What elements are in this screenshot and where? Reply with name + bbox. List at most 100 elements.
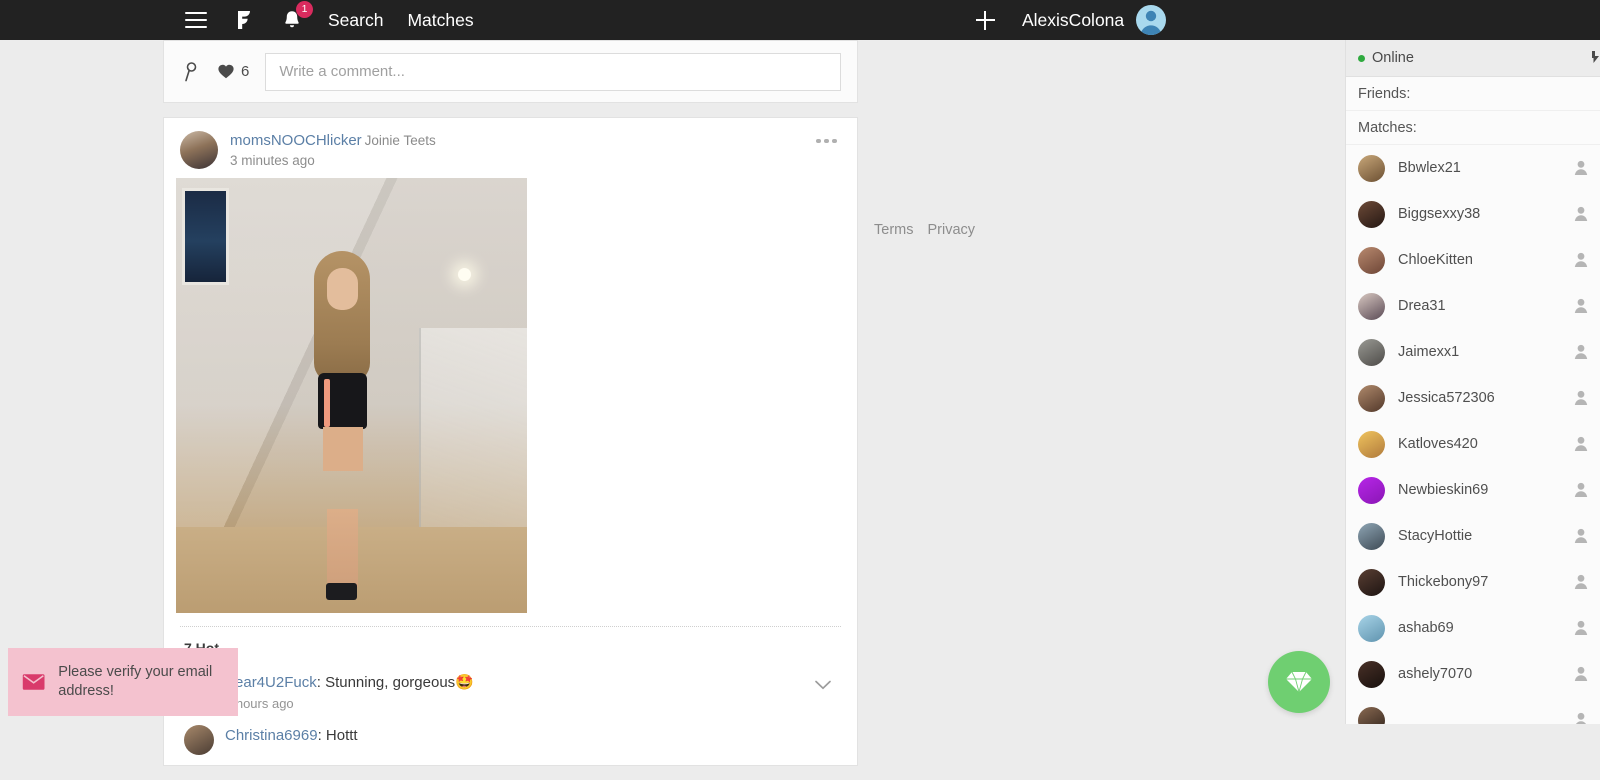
nav-link-search[interactable]: Search (316, 0, 395, 40)
match-avatar[interactable] (1358, 338, 1385, 366)
chevron-down-icon (815, 680, 831, 690)
post-author-displayname: Joinie Teets (364, 133, 436, 148)
sidebar-match-item[interactable]: ashely7070 (1346, 651, 1600, 697)
match-avatar[interactable] (1358, 292, 1385, 320)
comment-text-row: Christina6969: Hottt (225, 726, 841, 745)
brand-logo-button[interactable] (220, 0, 268, 40)
comment-input[interactable] (265, 52, 841, 91)
match-avatar[interactable] (1358, 246, 1385, 274)
photo-light-detail (458, 268, 471, 281)
person-icon[interactable] (1574, 160, 1588, 180)
hot-like-button[interactable]: 6 (218, 63, 249, 80)
more-options-icon (832, 138, 837, 144)
heart-icon (218, 64, 234, 79)
sidebar-match-item[interactable]: Jessica572306 (1346, 375, 1600, 421)
sidebar-status-bar[interactable]: Online (1346, 40, 1600, 77)
notifications-button[interactable]: 1 (268, 0, 316, 40)
match-username: ChloeKitten (1398, 252, 1473, 268)
match-avatar[interactable] (1358, 660, 1385, 688)
match-avatar[interactable] (1358, 200, 1385, 228)
match-avatar[interactable] (1358, 430, 1385, 458)
topbar-right-group: AlexisColona (965, 0, 1167, 40)
post-hot-row: 7 Hot (164, 627, 857, 668)
person-icon[interactable] (1574, 436, 1588, 456)
person-icon[interactable] (1574, 298, 1588, 318)
sidebar-match-item[interactable]: Jaimexx1 (1346, 329, 1600, 375)
toast-message: Please verify your email address! (58, 664, 213, 699)
match-avatar[interactable] (1358, 706, 1385, 724)
email-verification-toast[interactable]: Please verify your email address! (8, 648, 238, 716)
person-icon[interactable] (1574, 252, 1588, 272)
sidebar-match-item[interactable]: Newbieskin69 (1346, 467, 1600, 513)
comment-author-avatar[interactable] (184, 725, 214, 755)
person-icon[interactable] (1574, 206, 1588, 226)
person-icon[interactable] (1574, 528, 1588, 548)
sidebar-section-matches: Matches: (1346, 111, 1600, 145)
sidebar-match-item[interactable]: Bbwlex21 (1346, 145, 1600, 191)
person-icon[interactable] (1574, 390, 1588, 410)
privacy-link[interactable]: Privacy (927, 222, 975, 238)
hamburger-menu-button[interactable] (172, 0, 220, 40)
comment-body: Bear4U2Fuck: Stunning, gorgeous🤩 2 hours… (225, 672, 841, 711)
sidebar-match-item[interactable] (1346, 697, 1600, 724)
post-photo[interactable] (176, 178, 527, 613)
comment-separator: : (317, 727, 326, 744)
topbar-left-group: 1 Search Matches (172, 0, 486, 40)
match-avatar[interactable] (1358, 476, 1385, 504)
notification-badge: 1 (296, 1, 313, 18)
post-meta: momsNOOCHlicker Joinie Teets 3 minutes ag… (230, 131, 436, 168)
post-card: momsNOOCHlicker Joinie Teets 3 minutes ag… (163, 117, 858, 766)
person-icon[interactable] (1574, 620, 1588, 640)
post-author-username[interactable]: momsNOOCHlicker (230, 132, 362, 149)
photo-figure-detail (294, 251, 390, 603)
sidebar-match-item[interactable]: ashab69 (1346, 605, 1600, 651)
create-post-button[interactable] (965, 0, 1005, 40)
match-avatar[interactable] (1358, 568, 1385, 596)
comment-message: Hottt (325, 727, 358, 744)
match-avatar[interactable] (1358, 384, 1385, 412)
sidebar-match-item[interactable]: Biggsexxy38 (1346, 191, 1600, 237)
envelope-icon (22, 674, 45, 690)
comment-author-name[interactable]: Christina6969 (225, 727, 318, 744)
hot-like-count: 6 (241, 63, 250, 80)
plus-icon (975, 10, 995, 30)
comment-timestamp: 2 hours ago (225, 696, 294, 711)
person-icon[interactable] (1574, 344, 1588, 364)
sidebar-match-item[interactable]: Thickebony97 (1346, 559, 1600, 605)
post-more-options-button[interactable] (816, 131, 837, 151)
expand-sidebar-icon[interactable] (1590, 50, 1600, 71)
user-avatar-icon (1140, 10, 1162, 35)
online-status-label: Online (1372, 50, 1414, 66)
sidebar-match-item[interactable]: Katloves420 (1346, 421, 1600, 467)
diamond-fab-button[interactable] (1268, 651, 1330, 713)
pin-button[interactable] (180, 61, 202, 82)
nav-link-matches[interactable]: Matches (395, 0, 485, 40)
match-avatar[interactable] (1358, 614, 1385, 642)
comment-body: Christina6969: Hottt (225, 725, 841, 745)
post-author-avatar[interactable] (180, 131, 218, 169)
post-name-row: momsNOOCHlicker Joinie Teets (230, 132, 436, 149)
diamond-icon (1286, 671, 1312, 693)
person-icon[interactable] (1574, 574, 1588, 594)
match-avatar[interactable] (1358, 154, 1385, 182)
comment-expand-button[interactable] (813, 678, 833, 697)
person-icon[interactable] (1574, 712, 1588, 724)
match-username: Jaimexx1 (1398, 344, 1460, 360)
sidebar-match-item[interactable]: Drea31 (1346, 283, 1600, 329)
terms-link[interactable]: Terms (874, 222, 913, 238)
match-username: Biggsexxy38 (1398, 206, 1481, 222)
match-avatar[interactable] (1358, 522, 1385, 550)
avatar[interactable] (1136, 5, 1167, 35)
pin-icon (185, 61, 197, 81)
sidebar-section-friends: Friends: (1346, 77, 1600, 111)
person-icon[interactable] (1574, 666, 1588, 686)
sidebar-match-item[interactable]: ChloeKitten (1346, 237, 1600, 283)
right-sidebar: Online Friends: Matches: Bbwlex21 Biggsex… (1345, 40, 1600, 724)
match-username: Thickebony97 (1398, 574, 1489, 590)
hamburger-menu-icon (185, 12, 207, 28)
comment-text-row: Bear4U2Fuck: Stunning, gorgeous🤩 (225, 673, 841, 692)
person-icon[interactable] (1574, 482, 1588, 502)
sidebar-match-item[interactable]: StacyHottie (1346, 513, 1600, 559)
current-username-link[interactable]: AlexisColona (1022, 10, 1124, 31)
comment-author-name[interactable]: Bear4U2Fuck (225, 674, 317, 691)
